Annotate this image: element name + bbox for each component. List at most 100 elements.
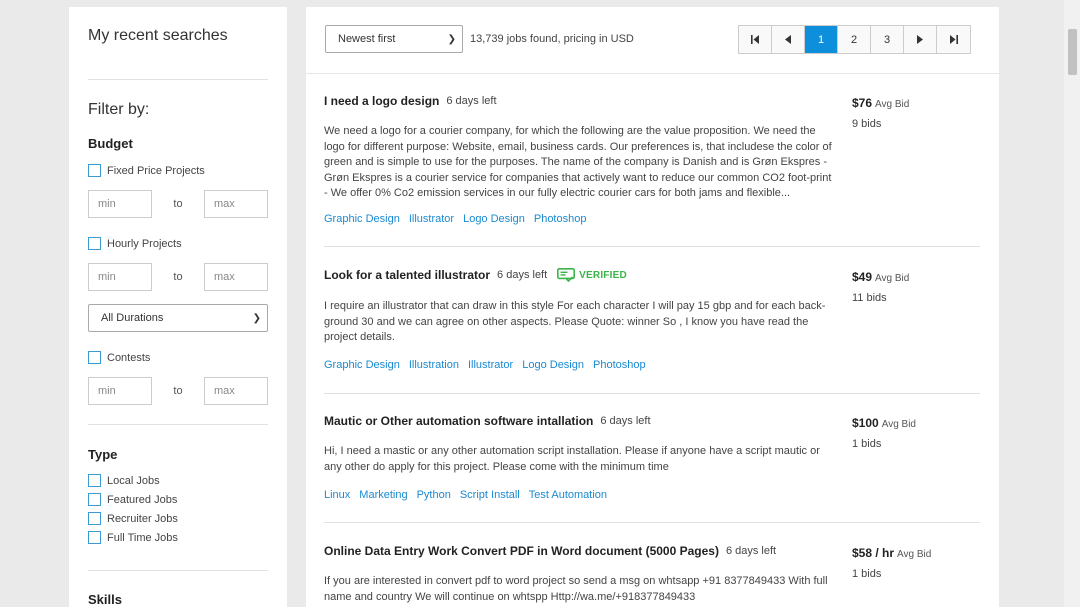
tag-link[interactable]: Illustration — [409, 359, 459, 371]
prev-page-icon — [785, 35, 791, 44]
type-option-label: Featured Jobs — [107, 493, 178, 506]
job-title-link[interactable]: Mautic or Other automation software inta… — [324, 414, 593, 428]
tag-link[interactable]: Photoshop — [593, 359, 646, 371]
contests-min-input[interactable] — [88, 377, 152, 405]
sort-selected-value: Newest first — [338, 33, 396, 45]
bid-amount: $76 — [852, 96, 873, 110]
full-time-jobs-checkbox[interactable] — [88, 531, 101, 544]
divider — [88, 79, 268, 80]
contests-filter[interactable]: Contests — [88, 351, 150, 364]
bids-count: 11 bids — [852, 292, 887, 304]
job-title-link[interactable]: Online Data Entry Work Convert PDF in Wo… — [324, 544, 719, 558]
recruiter-jobs-checkbox[interactable] — [88, 512, 101, 525]
tag-link[interactable]: Test Automation — [529, 489, 607, 501]
duration-selected-value: All Durations — [101, 312, 164, 324]
tag-link[interactable]: Logo Design — [522, 359, 584, 371]
avg-bid: $58 / hr Avg Bid — [852, 544, 931, 562]
job-card: Look for a talented illustrator 6 days l… — [324, 268, 980, 378]
fixed-price-checkbox[interactable] — [88, 164, 101, 177]
type-heading: Type — [88, 447, 118, 462]
tag-link[interactable]: Python — [417, 489, 451, 501]
page-scrollbar-thumb[interactable] — [1068, 29, 1077, 75]
page-2-button[interactable]: 2 — [838, 26, 871, 53]
days-left: 6 days left — [446, 95, 497, 107]
job-results-panel: Newest first ❯ 13,739 jobs found, pricin… — [306, 7, 999, 607]
divider — [324, 393, 980, 394]
bid-label: Avg Bid — [897, 549, 932, 560]
verified-badge: VERIFIED — [557, 268, 627, 282]
tag-link[interactable]: Logo Design — [463, 213, 525, 225]
hourly-checkbox[interactable] — [88, 237, 101, 250]
fixed-min-input[interactable] — [88, 190, 152, 218]
bid-amount: $49 — [852, 270, 873, 284]
type-option-local[interactable]: Local Jobs — [88, 474, 160, 487]
filter-sidebar: My recent searches Filter by: Budget Fix… — [69, 7, 287, 607]
type-option-fulltime[interactable]: Full Time Jobs — [88, 531, 178, 544]
featured-jobs-checkbox[interactable] — [88, 493, 101, 506]
page-scrollbar-track[interactable] — [1064, 0, 1080, 607]
bids-count: 1 bids — [852, 568, 882, 580]
job-header: Look for a talented illustrator 6 days l… — [324, 268, 627, 282]
hourly-max-input[interactable] — [204, 263, 268, 291]
tag-link[interactable]: Script Install — [460, 489, 520, 501]
bid-label: Avg Bid — [875, 273, 910, 284]
range-to-label: to — [173, 198, 183, 210]
bids-count: 1 bids — [852, 438, 882, 450]
verified-icon — [557, 268, 576, 282]
page-1-button[interactable]: 1 — [805, 26, 838, 53]
type-option-featured[interactable]: Featured Jobs — [88, 493, 177, 506]
next-page-button[interactable] — [904, 26, 937, 53]
tag-link[interactable]: Marketing — [359, 489, 407, 501]
recent-searches-title[interactable]: My recent searches — [88, 27, 228, 45]
job-header: Online Data Entry Work Convert PDF in Wo… — [324, 544, 776, 558]
fixed-max-input[interactable] — [204, 190, 268, 218]
pagination: 1 2 3 — [738, 25, 971, 54]
hourly-range: to — [88, 263, 268, 291]
sort-select[interactable]: Newest first ❯ — [325, 25, 463, 53]
contests-max-input[interactable] — [204, 377, 268, 405]
filter-by-heading: Filter by: — [88, 101, 150, 118]
last-page-icon — [950, 35, 958, 44]
budget-heading: Budget — [88, 136, 133, 151]
fixed-price-filter[interactable]: Fixed Price Projects — [88, 164, 205, 177]
type-option-recruiter[interactable]: Recruiter Jobs — [88, 512, 178, 525]
tag-link[interactable]: Linux — [324, 489, 350, 501]
first-page-button[interactable] — [739, 26, 772, 53]
job-tags: Graphic Design Illustrator Logo Design P… — [324, 213, 595, 225]
range-to-label: to — [173, 385, 183, 397]
job-header: Mautic or Other automation software inta… — [324, 414, 651, 428]
divider — [88, 424, 268, 425]
hourly-filter[interactable]: Hourly Projects — [88, 237, 182, 250]
tag-link[interactable]: Photoshop — [534, 213, 587, 225]
days-left: 6 days left — [600, 415, 651, 427]
job-description: Hi, I need a mastic or any other automat… — [324, 445, 820, 473]
local-jobs-checkbox[interactable] — [88, 474, 101, 487]
type-option-label: Full Time Jobs — [107, 531, 178, 544]
tag-link[interactable]: Graphic Design — [324, 213, 400, 225]
duration-select[interactable]: All Durations ❯ — [88, 304, 268, 332]
avg-bid: $100 Avg Bid — [852, 414, 916, 432]
skills-heading: Skills — [88, 592, 122, 607]
days-left: 6 days left — [497, 269, 548, 281]
contests-range: to — [88, 377, 268, 405]
contests-checkbox[interactable] — [88, 351, 101, 364]
last-page-button[interactable] — [937, 26, 970, 53]
next-page-icon — [917, 35, 923, 44]
hourly-min-input[interactable] — [88, 263, 152, 291]
tag-link[interactable]: Graphic Design — [324, 359, 400, 371]
job-card: I need a logo design 6 days left We need… — [324, 94, 980, 234]
verified-label: VERIFIED — [579, 269, 627, 281]
chevron-down-icon: ❯ — [252, 312, 261, 324]
tag-link[interactable]: Illustrator — [468, 359, 513, 371]
fixed-price-range: to — [88, 190, 268, 218]
type-option-label: Recruiter Jobs — [107, 512, 178, 525]
divider — [324, 522, 980, 523]
tag-link[interactable]: Illustrator — [409, 213, 454, 225]
job-description: If you are interested in convert pdf to … — [324, 575, 828, 603]
first-page-icon — [750, 35, 759, 44]
job-description: I require an illustrator that can draw i… — [324, 300, 826, 343]
job-title-link[interactable]: Look for a talented illustrator — [324, 268, 490, 282]
page-3-button[interactable]: 3 — [871, 26, 904, 53]
prev-page-button[interactable] — [772, 26, 805, 53]
job-title-link[interactable]: I need a logo design — [324, 94, 439, 108]
